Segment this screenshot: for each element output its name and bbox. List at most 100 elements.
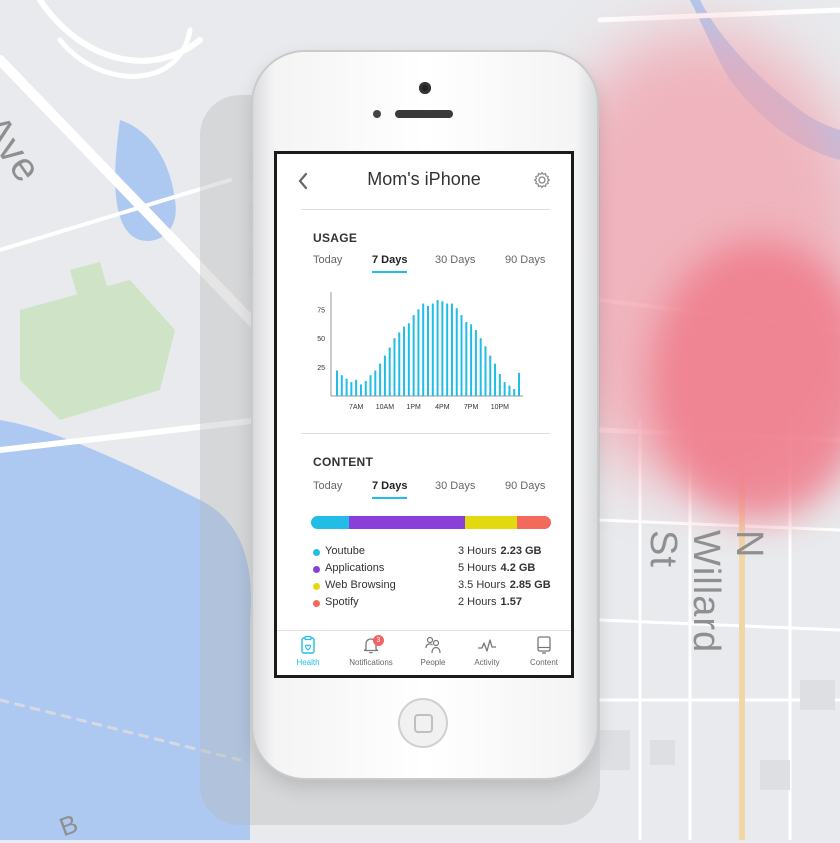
content-hours: 3.5 Hours xyxy=(458,579,506,591)
usage-bar xyxy=(350,382,353,396)
settings-button[interactable] xyxy=(533,171,551,189)
content-name: Spotify xyxy=(325,596,359,608)
usage-bar xyxy=(474,330,477,396)
mute-switch xyxy=(249,152,253,182)
x-tick-label: 10PM xyxy=(491,404,509,411)
content-hours: 2 Hours xyxy=(458,596,497,608)
usage-bar xyxy=(369,375,372,396)
usage-tabs: Today 7 Days 30 Days 90 Days xyxy=(313,254,545,278)
usage-bar xyxy=(455,308,458,396)
usage-bar xyxy=(388,347,391,396)
health-clipboard-icon xyxy=(301,635,315,654)
usage-tab-today[interactable]: Today xyxy=(313,254,342,266)
x-tick-label: 1PM xyxy=(406,404,421,411)
tab-content-label: Content xyxy=(529,658,559,667)
volume-down-button xyxy=(249,247,253,277)
usage-bar xyxy=(427,305,429,396)
usage-tab-90-days[interactable]: 90 Days xyxy=(505,254,545,266)
content-legend: Youtube 3 Hours 2.23 GB Applications 5 Ho… xyxy=(313,545,558,613)
tab-people-label: People xyxy=(420,658,446,667)
usage-bar xyxy=(489,355,492,396)
usage-section-title: USAGE xyxy=(313,231,358,245)
usage-tab-7-days[interactable]: 7 Days xyxy=(372,254,408,273)
tab-notifications-label: Notifications xyxy=(349,658,393,667)
nav-bar: Mom's iPhone xyxy=(277,154,571,209)
usage-bar xyxy=(441,301,444,396)
x-tick-label: 7AM xyxy=(349,404,364,411)
content-share-bar xyxy=(311,516,551,529)
content-name: Applications xyxy=(325,562,385,574)
tab-people[interactable]: People xyxy=(405,635,461,667)
content-bar-segment-spotify xyxy=(517,516,551,529)
usage-bar xyxy=(407,323,410,396)
usage-bar xyxy=(403,326,406,396)
content-tab-7-days[interactable]: 7 Days xyxy=(372,480,408,499)
home-button[interactable] xyxy=(398,698,448,748)
tab-content[interactable]: Content xyxy=(516,635,571,667)
content-tab-today[interactable]: Today xyxy=(313,480,342,492)
usage-bar xyxy=(479,338,482,396)
usage-bar xyxy=(460,315,463,396)
usage-bar xyxy=(412,315,415,396)
x-tick-label: 4PM xyxy=(435,404,450,411)
content-data: 1.57 xyxy=(500,596,522,608)
legend-dot xyxy=(313,600,320,607)
tab-activity[interactable]: Activity xyxy=(459,635,515,667)
usage-bar xyxy=(513,389,516,396)
content-data: 2.85 GB xyxy=(509,579,551,591)
list-item[interactable]: Web Browsing 3.5 Hours 2.85 GB xyxy=(313,579,558,596)
legend-dot xyxy=(313,549,320,556)
usage-bar xyxy=(508,385,511,396)
list-item[interactable]: Applications 5 Hours 4.2 GB xyxy=(313,562,558,579)
usage-bar xyxy=(436,300,439,396)
usage-bar xyxy=(340,375,343,396)
divider xyxy=(301,433,550,434)
usage-bar xyxy=(465,322,468,396)
content-bar-segment-youtube xyxy=(311,516,350,529)
usage-bar xyxy=(359,384,362,396)
content-tab-90-days[interactable]: 90 Days xyxy=(505,480,545,492)
tab-health[interactable]: Health xyxy=(280,635,336,667)
usage-bar xyxy=(345,378,348,396)
bottom-tab-bar: Health 3 Notifications People Activity C… xyxy=(277,630,571,675)
x-tick-label: 10AM xyxy=(376,404,394,411)
usage-bar xyxy=(470,324,473,396)
usage-bar xyxy=(374,370,377,396)
content-name: Youtube xyxy=(325,545,365,557)
usage-bar xyxy=(450,303,453,396)
activity-pulse-icon xyxy=(478,639,496,652)
device-content-icon xyxy=(537,636,551,654)
usage-bar xyxy=(498,374,501,396)
usage-bar xyxy=(518,372,520,396)
usage-bar xyxy=(364,380,367,396)
tab-notifications[interactable]: 3 Notifications xyxy=(343,635,399,667)
content-tabs: Today 7 Days 30 Days 90 Days xyxy=(313,480,545,504)
legend-dot xyxy=(313,583,320,590)
content-tab-30-days[interactable]: 30 Days xyxy=(435,480,475,492)
content-bar-segment-web-browsing xyxy=(464,516,518,529)
content-hours: 5 Hours xyxy=(458,562,497,574)
usage-bar xyxy=(422,303,425,396)
legend-dot xyxy=(313,566,320,573)
tab-activity-label: Activity xyxy=(474,658,500,667)
people-icon xyxy=(425,636,441,654)
usage-bar xyxy=(398,332,401,396)
content-hours: 3 Hours xyxy=(458,545,497,557)
street-label-willard: N Willard St xyxy=(642,530,770,654)
y-tick-label: 50 xyxy=(317,336,325,343)
content-section-title: CONTENT xyxy=(313,455,374,469)
usage-bar xyxy=(446,303,449,396)
list-item[interactable]: Youtube 3 Hours 2.23 GB xyxy=(313,545,558,562)
usage-bar xyxy=(431,303,434,396)
tab-health-label: Health xyxy=(296,658,320,667)
usage-bar-chart: 25 50 75 7AM 10AM 1PM 4PM 7PM 10PM xyxy=(317,292,523,411)
gear-icon xyxy=(534,171,550,189)
usage-bar xyxy=(484,346,487,396)
volume-up-button xyxy=(249,202,253,232)
usage-tab-30-days[interactable]: 30 Days xyxy=(435,254,475,266)
usage-bar xyxy=(383,355,386,396)
phone-screen: Mom's iPhone USAGE Today 7 Days 30 Days … xyxy=(274,151,574,678)
list-item[interactable]: Spotify 2 Hours 1.57 xyxy=(313,596,558,613)
x-tick-label: 7PM xyxy=(464,404,479,411)
front-camera xyxy=(419,82,431,94)
